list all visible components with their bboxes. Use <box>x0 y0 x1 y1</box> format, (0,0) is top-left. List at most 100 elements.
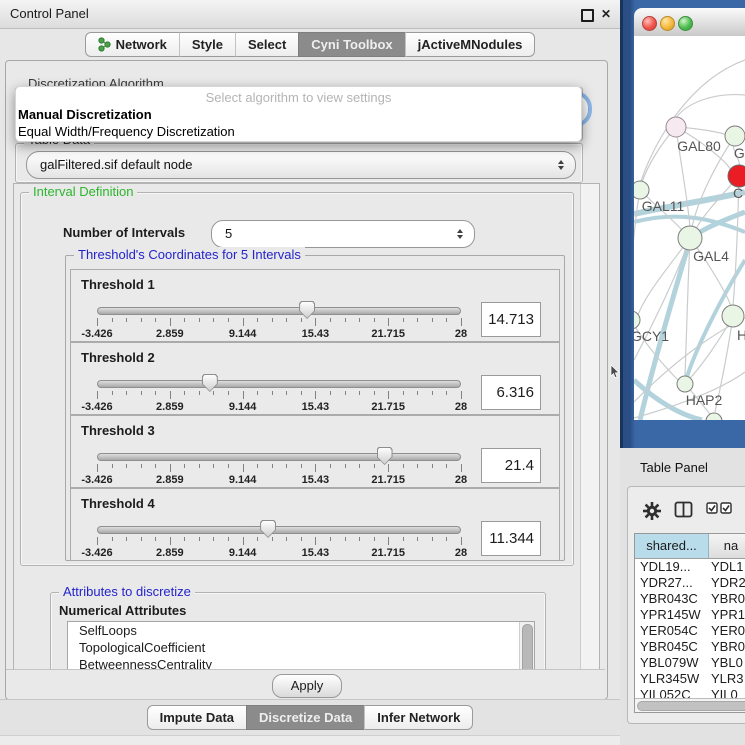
slider-thumb[interactable] <box>299 301 315 319</box>
cell-name[interactable]: YLR3 <box>708 671 745 687</box>
table-row[interactable]: YPR145WYPR1 <box>635 607 745 623</box>
slider-track[interactable] <box>97 526 461 534</box>
cell-name[interactable]: YDR2 <box>708 575 745 591</box>
attribute-list-item[interactable]: BetweennessCentrality <box>68 656 518 670</box>
slider-thumb[interactable] <box>202 374 218 392</box>
table-row[interactable]: YDR27...YDR2 <box>635 575 745 591</box>
threshold-value-field[interactable]: 21.4 <box>481 448 541 483</box>
cell-shared-name[interactable]: YPR145W <box>635 607 708 623</box>
table-row[interactable]: YER054CYER0 <box>635 623 745 639</box>
network-node[interactable] <box>722 305 744 327</box>
number-of-intervals-combobox[interactable]: 5 <box>211 220 475 248</box>
tab-cyni-toolbox[interactable]: Cyni Toolbox <box>298 32 404 57</box>
table-horizontal-scrollbar[interactable] <box>635 698 745 712</box>
attribute-list-item[interactable]: TopologicalCoefficient <box>68 639 518 656</box>
threshold-row: Threshold 3 -3.4262.8599.14415.4321.7152… <box>70 415 560 488</box>
network-node[interactable] <box>678 226 702 250</box>
network-node[interactable] <box>634 181 649 199</box>
slider-tick <box>446 318 447 322</box>
cell-shared-name[interactable]: YDR27... <box>635 575 708 591</box>
cell-name[interactable]: YPR1 <box>708 607 745 623</box>
slider-tick <box>141 537 142 541</box>
gear-icon[interactable] <box>642 501 662 521</box>
cell-shared-name[interactable]: YBR045C <box>635 639 708 655</box>
tab-discretize-data[interactable]: Discretize Data <box>246 705 364 730</box>
network-node[interactable] <box>725 126 745 146</box>
table-row[interactable]: YBR043CYBR0 <box>635 591 745 607</box>
cell-shared-name[interactable]: YBR043C <box>635 591 708 607</box>
network-node[interactable] <box>728 165 745 187</box>
table-data-combobox[interactable]: galFiltered.sif default node <box>26 151 576 179</box>
cell-shared-name[interactable]: YDL19... <box>635 559 708 575</box>
cell-name[interactable]: YBR0 <box>708 591 745 607</box>
slider-track[interactable] <box>97 307 461 315</box>
close-icon[interactable]: ✕ <box>600 8 612 20</box>
slider-tick <box>388 318 389 326</box>
slider-tick-label: 2.859 <box>156 328 184 340</box>
threshold-slider[interactable]: -3.4262.8599.14415.4321.71528 <box>97 489 461 560</box>
zoom-traffic-light-icon[interactable] <box>678 16 693 31</box>
tab-infer-network[interactable]: Infer Network <box>364 705 473 730</box>
network-node[interactable] <box>706 413 722 420</box>
network-window-titlebar[interactable] <box>634 8 745 37</box>
checkbox-columns-icon[interactable] <box>706 501 734 515</box>
attribute-list-item[interactable]: SelfLoops <box>68 622 518 639</box>
dropdown-placeholder-item[interactable]: Select algorithm to view settings <box>16 87 581 106</box>
network-node[interactable] <box>677 376 693 392</box>
dropdown-item-equal-width-frequency[interactable]: Equal Width/Frequency Discretization <box>16 123 581 140</box>
cell-name[interactable]: YER0 <box>708 623 745 639</box>
cell-name[interactable]: YBR0 <box>708 639 745 655</box>
table-panel-body: shared... na YDL19...YDL1YDR27...YDR2YBR… <box>627 486 745 724</box>
table-row[interactable]: YBR045CYBR0 <box>635 639 745 655</box>
float-window-icon[interactable] <box>581 9 594 22</box>
slider-tick-label: 28 <box>455 547 467 559</box>
slider-thumb[interactable] <box>260 520 276 538</box>
tab-network[interactable]: Network <box>85 32 179 57</box>
slider-tick-labels: -3.4262.8599.14415.4321.71528 <box>97 401 461 413</box>
slider-tick <box>228 464 229 468</box>
column-layout-icon[interactable] <box>674 501 694 519</box>
slider-tick <box>97 464 98 472</box>
cell-shared-name[interactable]: YLR345W <box>635 671 708 687</box>
slider-tick-label: -3.426 <box>81 474 112 486</box>
column-header-shared-name[interactable]: shared... <box>635 534 709 558</box>
cell-shared-name[interactable]: YER054C <box>635 623 708 639</box>
slider-tick <box>97 391 98 399</box>
threshold-value-field[interactable]: 6.316 <box>481 375 541 410</box>
list-vertical-scrollbar[interactable] <box>519 622 534 670</box>
scrollbar-thumb[interactable] <box>637 701 745 711</box>
tab-style[interactable]: Style <box>179 32 235 57</box>
slider-tick <box>170 537 171 545</box>
tab-jactivemnodules[interactable]: jActiveMNodules <box>405 32 536 57</box>
slider-tick <box>286 391 287 395</box>
slider-track[interactable] <box>97 453 461 461</box>
close-traffic-light-icon[interactable] <box>642 16 657 31</box>
scrollbar-thumb[interactable] <box>522 624 533 670</box>
cell-shared-name[interactable]: YBL079W <box>635 655 708 671</box>
threshold-slider[interactable]: -3.4262.8599.14415.4321.71528 <box>97 343 461 414</box>
minimize-traffic-light-icon[interactable] <box>660 16 675 31</box>
control-panel-titlebar[interactable]: Control Panel ✕ <box>0 0 620 29</box>
threshold-slider[interactable]: -3.4262.8599.14415.4321.71528 <box>97 270 461 341</box>
threshold-value-field[interactable]: 14.713 <box>481 302 541 337</box>
tab-impute-data[interactable]: Impute Data <box>147 705 246 730</box>
apply-button[interactable]: Apply <box>272 674 342 698</box>
tab-select[interactable]: Select <box>235 32 298 57</box>
cell-name[interactable]: YDL1 <box>708 559 745 575</box>
network-canvas[interactable]: GAL80GACGAL11GAL4GCY1HHAP2 <box>634 36 745 420</box>
network-node[interactable] <box>666 117 686 137</box>
table-row[interactable]: YBL079WYBL0 <box>635 655 745 671</box>
dropdown-item-manual-discretization[interactable]: Manual Discretization <box>16 106 581 123</box>
slider-track[interactable] <box>97 380 461 388</box>
table-row[interactable]: YLR345WYLR3 <box>635 671 745 687</box>
numerical-attributes-list[interactable]: SelfLoopsTopologicalCoefficientBetweenne… <box>67 621 535 670</box>
slider-tick <box>446 391 447 395</box>
threshold-slider[interactable]: -3.4262.8599.14415.4321.71528 <box>97 416 461 487</box>
table-row[interactable]: YDL19...YDL1 <box>635 559 745 575</box>
node-attribute-table[interactable]: shared... na YDL19...YDL1YDR27...YDR2YBR… <box>634 533 745 713</box>
slider-thumb[interactable] <box>377 447 393 465</box>
column-header-name[interactable]: na <box>709 534 745 558</box>
threshold-value-field[interactable]: 11.344 <box>481 521 541 556</box>
cell-name[interactable]: YBL0 <box>708 655 745 671</box>
settings-vertical-scrollbar[interactable] <box>580 184 599 669</box>
